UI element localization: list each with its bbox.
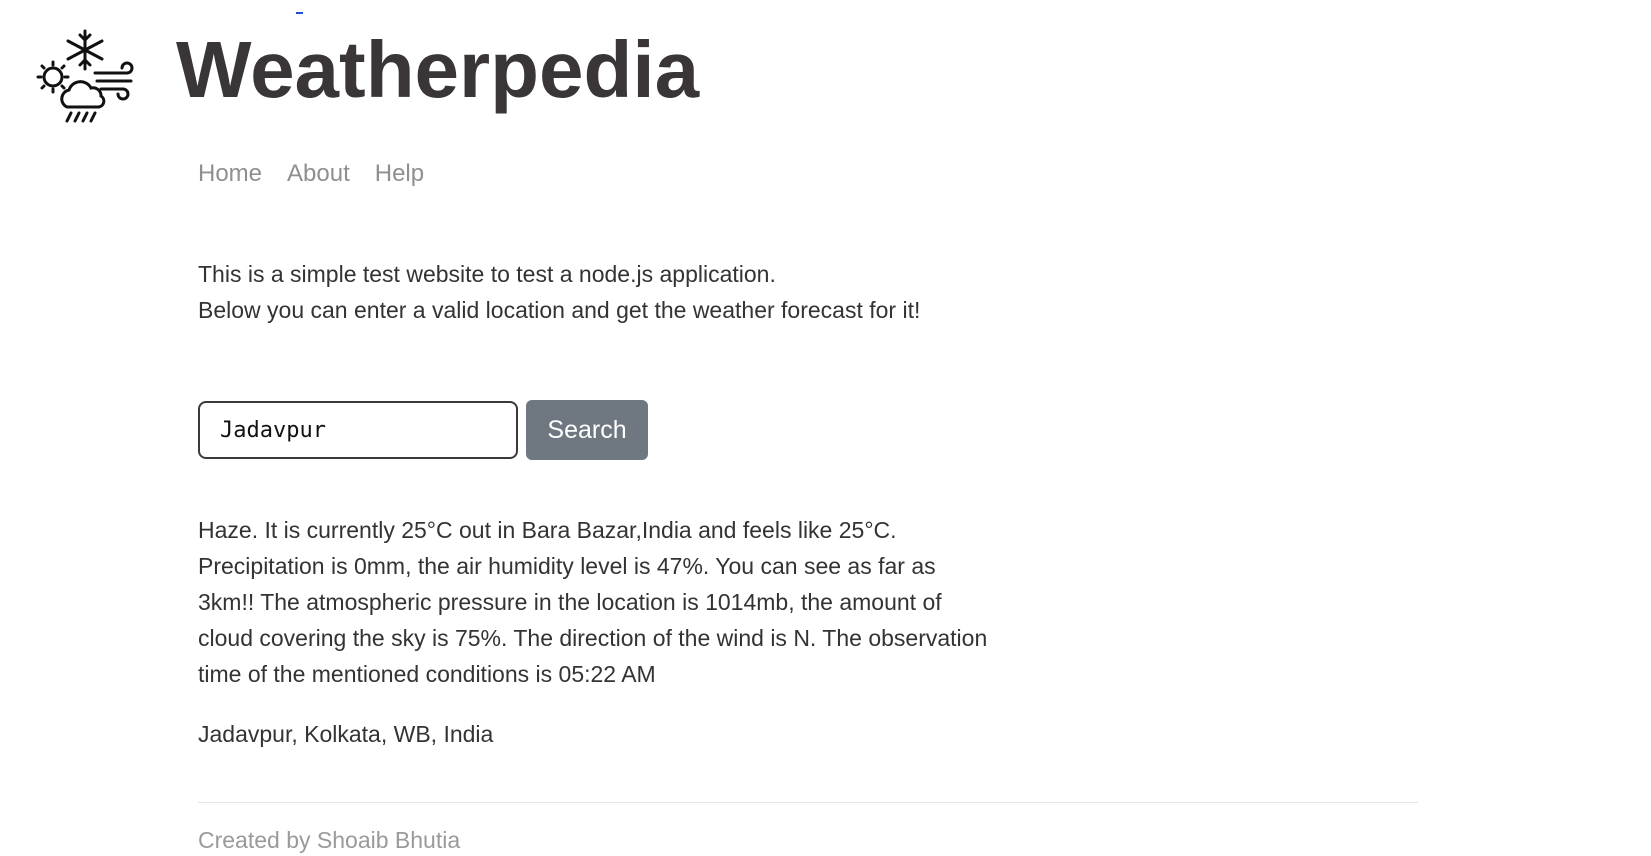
- forecast-message: Haze. It is currently 25°C out in Bara B…: [198, 517, 988, 687]
- weather-logo-icon: [36, 29, 134, 123]
- top-link-mark: [296, 12, 303, 14]
- header: [35, 27, 137, 127]
- nav-link-home[interactable]: Home: [198, 160, 262, 188]
- nav-link-help[interactable]: Help: [375, 160, 424, 188]
- intro-line-1: This is a simple test website to test a …: [198, 261, 776, 287]
- footer-divider: [198, 802, 1418, 803]
- search-button[interactable]: Search: [526, 400, 648, 460]
- location-message: Jadavpur, Kolkata, WB, India: [198, 721, 494, 747]
- location-search-input[interactable]: [198, 401, 518, 459]
- intro-line-2: Below you can enter a valid location and…: [198, 297, 921, 323]
- nav-link-about[interactable]: About: [287, 160, 350, 188]
- intro-text: This is a simple test website to test a …: [198, 256, 920, 328]
- main-nav: Home About Help: [198, 160, 424, 188]
- footer-text: Created by Shoaib Bhutia: [198, 827, 461, 853]
- site-title: Weatherpedia: [176, 25, 700, 114]
- search-form: Search: [198, 400, 648, 460]
